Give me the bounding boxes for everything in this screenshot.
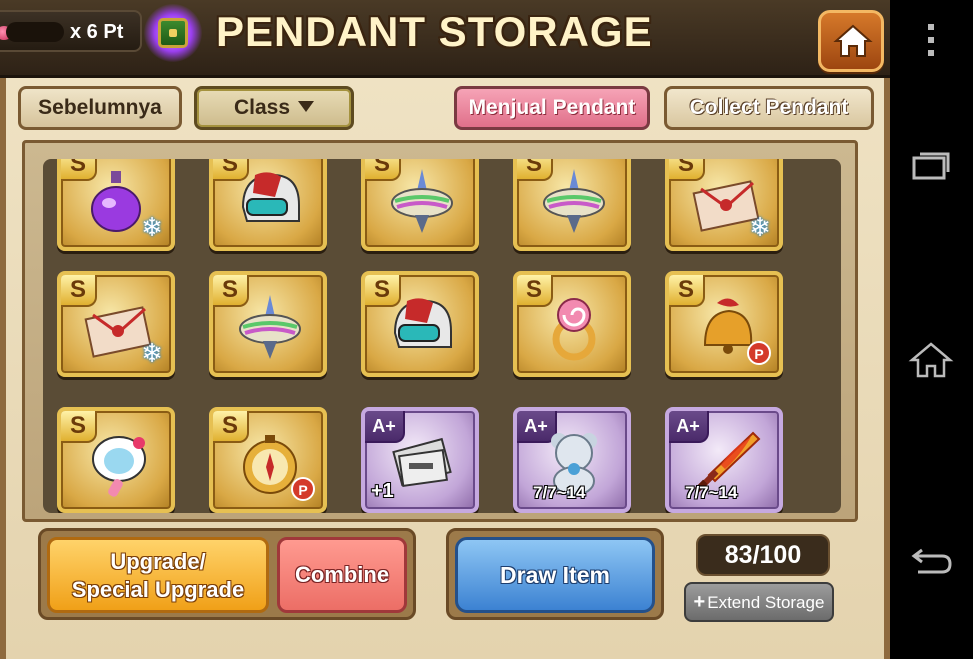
storage-capacity: 83/100 [696, 534, 830, 576]
pendant-slot[interactable]: S [209, 271, 327, 377]
pendant-slot[interactable]: S [209, 159, 327, 251]
spinning-top-icon [539, 167, 609, 237]
pendant-slot[interactable]: S [361, 271, 479, 377]
points-box: x 6 Pt [0, 10, 142, 52]
pendant-slot[interactable]: SP [209, 407, 327, 513]
pendant-slot[interactable]: S [57, 407, 175, 513]
points-text: x 6 Pt [70, 21, 124, 43]
pendant-slot[interactable]: A+ 7/7~14 [513, 407, 631, 513]
class-filter-dropdown[interactable]: Class [194, 86, 354, 130]
spinning-top-icon [235, 293, 305, 363]
pendant-grid-frame: S ❄ S S S S ❄ S ❄ S S S S P S S P A+ +1 A+ 7/7~14 A+ 7/7~14 [22, 140, 858, 522]
treasure-chest-icon[interactable] [144, 4, 202, 62]
home-icon [833, 24, 873, 57]
back-icon[interactable] [908, 540, 954, 580]
upgrade-combine-group: Upgrade/ Special Upgrade Combine [38, 528, 416, 620]
android-nav-bar [890, 0, 973, 659]
upgrade-label-line2: Special Upgrade [71, 577, 245, 602]
recent-apps-icon[interactable] [908, 146, 954, 186]
pendant-slot[interactable]: S [513, 159, 631, 251]
gift-ticket-icon [387, 429, 457, 499]
previous-button[interactable]: Sebelumnya [18, 86, 182, 130]
home-button[interactable] [818, 10, 884, 72]
pendant-slot[interactable]: S ❄ [665, 159, 783, 251]
racing-helmet-icon [387, 293, 457, 363]
snowflake-icon: ❄ [141, 213, 163, 243]
game-screen: x 6 Pt PENDANT STORAGE Sebelumnya Class … [0, 0, 890, 659]
pendant-slot[interactable]: S ❄ [57, 159, 175, 251]
extend-storage-button[interactable]: + Extend Storage [684, 582, 834, 622]
upgrade-button[interactable]: Upgrade/ Special Upgrade [47, 537, 269, 613]
chevron-down-icon [298, 101, 315, 112]
pendant-slot[interactable]: S [513, 271, 631, 377]
racing-helmet-icon [235, 167, 305, 237]
overflow-menu-icon[interactable] [908, 20, 954, 60]
slot-label: 7/7~14 [685, 483, 738, 502]
pendant-slot[interactable]: S [361, 159, 479, 251]
spinning-top-icon [387, 167, 457, 237]
snowflake-icon: ❄ [749, 213, 771, 243]
draw-group: Draw Item [446, 528, 664, 620]
kitty-mirror-icon [83, 429, 153, 499]
p-badge: P [291, 477, 315, 501]
storage-panel: Sebelumnya Class Menjual Pendant Collect… [0, 78, 890, 659]
collect-pendant-button[interactable]: Collect Pendant [664, 86, 874, 130]
pendant-slot[interactable]: S ❄ [57, 271, 175, 377]
points-bar [6, 22, 64, 42]
class-filter-label: Class [233, 96, 291, 119]
draw-item-button[interactable]: Draw Item [455, 537, 655, 613]
page-title: PENDANT STORAGE [216, 8, 653, 55]
home-nav-icon[interactable] [908, 340, 954, 380]
combine-button[interactable]: Combine [277, 537, 407, 613]
header-bar: x 6 Pt PENDANT STORAGE [0, 0, 890, 78]
slot-label: +1 [371, 480, 394, 502]
pendant-slot[interactable]: A+ +1 [361, 407, 479, 513]
slot-label: 7/7~14 [533, 483, 586, 502]
pendant-grid[interactable]: S ❄ S S S S ❄ S ❄ S S S S P S S P A+ +1 A+ 7/7~14 A+ 7/7~14 [43, 159, 841, 513]
pendant-slot[interactable]: A+ 7/7~14 [665, 407, 783, 513]
plus-icon: + [693, 591, 706, 613]
snowflake-icon: ❄ [141, 339, 163, 369]
upgrade-label-line1: Upgrade/ [110, 549, 206, 574]
extend-storage-label: Extend Storage [707, 593, 825, 612]
candy-ring-icon [539, 293, 609, 363]
sell-pendant-button[interactable]: Menjual Pendant [454, 86, 650, 130]
pendant-slot[interactable]: SP [665, 271, 783, 377]
p-badge: P [747, 341, 771, 365]
